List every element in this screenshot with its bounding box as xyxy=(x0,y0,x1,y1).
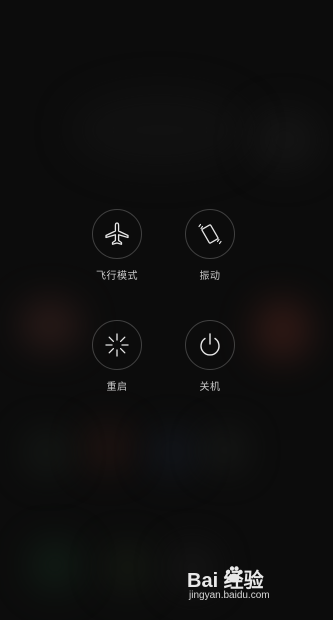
blurred-app-icon xyxy=(150,430,195,475)
airplane-mode-button[interactable]: 飞行模式 xyxy=(77,209,157,283)
airplane-icon xyxy=(105,222,129,245)
power-menu-screen: 飞行模式 振动 重启 关机 Bai 经验 jingyan.baidu.com xyxy=(0,0,333,620)
vibrate-circle[interactable] xyxy=(185,209,235,259)
power-icon xyxy=(200,333,220,356)
blurred-app-icon xyxy=(20,300,80,350)
blurred-widget xyxy=(250,110,320,170)
reboot-icon xyxy=(105,333,129,357)
blurred-app-icon xyxy=(30,540,80,590)
vibrate-button[interactable]: 振动 xyxy=(170,209,250,283)
blurred-app-icon xyxy=(205,430,245,470)
blurred-app-icon xyxy=(85,425,130,470)
reboot-label: 重启 xyxy=(106,382,128,393)
blurred-app-icon xyxy=(255,300,310,360)
power-off-circle[interactable] xyxy=(185,320,235,370)
power-off-label: 关机 xyxy=(199,382,221,393)
blurred-widget xyxy=(70,90,250,170)
reboot-button[interactable]: 重启 xyxy=(77,320,157,394)
airplane-mode-circle[interactable] xyxy=(92,209,142,259)
watermark-url: jingyan.baidu.com xyxy=(189,590,270,601)
reboot-circle[interactable] xyxy=(92,320,142,370)
vibrate-icon xyxy=(198,223,222,245)
paw-icon xyxy=(225,566,243,583)
airplane-mode-label: 飞行模式 xyxy=(96,271,138,282)
vibrate-label: 振动 xyxy=(199,271,221,282)
baidu-jingyan-watermark: Bai 经验 jingyan.baidu.com xyxy=(187,562,307,612)
blurred-app-icon xyxy=(25,430,70,475)
blurred-app-icon xyxy=(105,545,150,590)
power-off-button[interactable]: 关机 xyxy=(170,320,250,394)
